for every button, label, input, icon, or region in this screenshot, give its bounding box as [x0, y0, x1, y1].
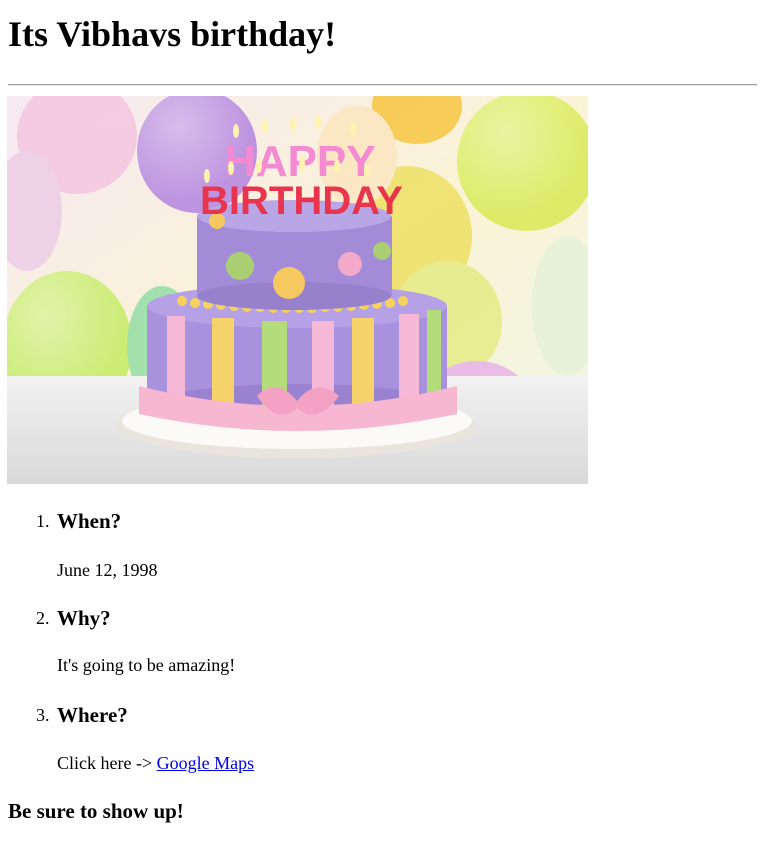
svg-text:BIRTHDAY: BIRTHDAY [200, 179, 403, 223]
birthday-cake-image: HAPPY BIRTHDAY [7, 96, 588, 484]
list-heading-where: Where? [57, 703, 128, 727]
list-heading-when: When? [57, 509, 122, 533]
where-value: Click here -> Google Maps [57, 751, 254, 775]
show-up-note: Be sure to show up! [8, 799, 184, 823]
list-heading-why: Why? [57, 606, 111, 630]
list-number: 3. [36, 705, 50, 725]
when-value: June 12, 1998 [57, 560, 158, 580]
horizontal-divider [8, 84, 757, 86]
google-maps-link[interactable]: Google Maps [157, 753, 255, 773]
list-number: 1. [36, 511, 50, 531]
list-number: 2. [36, 608, 50, 628]
page-title: Its Vibhavs birthday! [8, 14, 337, 54]
where-prefix: Click here -> [57, 753, 157, 773]
why-value: It's going to be amazing! [57, 655, 236, 675]
